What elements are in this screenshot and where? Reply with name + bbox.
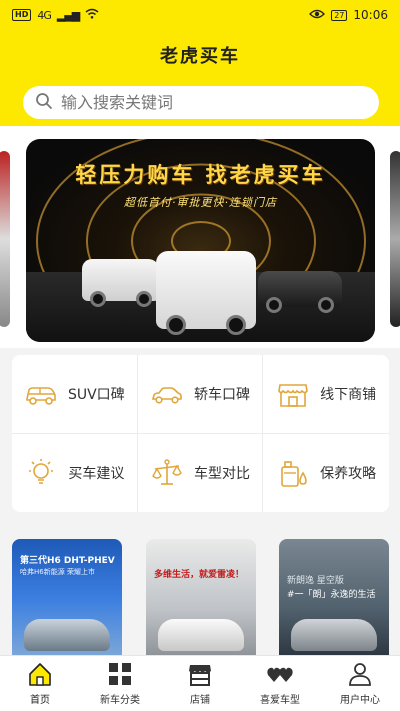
card-title: 多维生活，就爱雷凌！ [154, 570, 245, 580]
menu-item-compare[interactable]: 车型对比 [138, 433, 264, 512]
clock: 10:06 [353, 8, 388, 22]
battery-icon: 27 [331, 9, 348, 21]
nav-label: 喜爱车型 [260, 695, 300, 706]
nav-label: 用户中心 [340, 695, 380, 706]
bulb-icon [29, 458, 54, 484]
menu-label: 轿车口碑 [193, 386, 250, 403]
menu-label: 线下商铺 [320, 386, 377, 403]
menu-label: 车型对比 [193, 465, 250, 482]
nav-label: 店铺 [190, 695, 210, 706]
suv-icon [26, 386, 56, 405]
car-card-list: 第三代H6 DHT-PHEV 哈弗H6新能源 荣耀上市 多维生活，就爱雷凌！ 新… [0, 528, 400, 657]
dark-sedan-image [258, 271, 342, 313]
white-suv-image [156, 251, 256, 335]
menu-label: SUV口碑 [67, 386, 125, 403]
nav-shop[interactable]: 店铺 [160, 656, 240, 711]
menu-item-store[interactable]: 线下商铺 [263, 355, 389, 434]
nav-favorites[interactable]: 喜爱车型 [240, 656, 320, 711]
status-bar: HD 4G ▂▄▆ 27 10:06 [0, 0, 400, 30]
menu-item-maintenance[interactable]: 保养攻略 [263, 434, 389, 513]
oil-icon [281, 460, 307, 487]
menu-item-advice[interactable]: 买车建议 [12, 433, 138, 512]
card-subtitle: 哈弗H6新能源 荣耀上市 [20, 568, 95, 576]
nav-home[interactable]: 首页 [0, 656, 80, 711]
user-icon [349, 663, 371, 686]
car-card[interactable]: 新朗逸 星空版 #一「朗」永逸的生活 [279, 539, 389, 657]
scale-icon [152, 459, 182, 485]
card-car-image [291, 619, 377, 651]
promo-banner[interactable]: 轻压力购车 找老虎买车 超低首付·审批更快·连锁门店 [26, 139, 375, 342]
hd-indicator: HD [12, 9, 32, 21]
page-title: 老虎买车 [160, 46, 240, 67]
menu-item-sedan[interactable]: 轿车口碑 [137, 355, 264, 434]
home-icon [29, 663, 51, 686]
car-card[interactable]: 第三代H6 DHT-PHEV 哈弗H6新能源 荣耀上市 [12, 539, 122, 657]
card-title: 新朗逸 星空版 [287, 576, 344, 586]
feature-menu: SUV口碑 轿车口碑 线下商铺 买车建议 车型对比 保养攻略 [12, 355, 389, 512]
app-header: 老虎买车 [0, 30, 400, 126]
store-icon [278, 383, 308, 407]
menu-label: 保养攻略 [320, 465, 377, 482]
nav-label: 首页 [30, 695, 50, 706]
menu-label: 买车建议 [68, 465, 125, 482]
grid-icon [109, 663, 131, 685]
eye-icon [309, 8, 326, 22]
car-card[interactable]: 多维生活，就爱雷凌！ [146, 539, 256, 657]
card-subtitle: #一「朗」永逸的生活 [287, 590, 376, 600]
card-car-image [158, 619, 244, 651]
banner-subline: 超低首付·审批更快·连锁门店 [124, 196, 277, 209]
card-title: 第三代H6 DHT-PHEV [20, 556, 115, 566]
nav-categories[interactable]: 新车分类 [80, 656, 160, 711]
white-sedan-image [82, 259, 160, 307]
nav-label: 新车分类 [100, 695, 140, 706]
card-car-image [24, 619, 110, 651]
next-banner-peek[interactable] [390, 151, 400, 327]
nav-user-center[interactable]: 用户中心 [320, 656, 400, 711]
menu-item-suv[interactable]: SUV口碑 [12, 355, 138, 434]
wifi-icon [85, 8, 99, 22]
shop-icon [189, 665, 211, 686]
hearts-icon [267, 667, 293, 682]
signal-label: 4G [37, 8, 51, 22]
banner-headline: 轻压力购车 找老虎买车 [75, 162, 326, 187]
sedan-icon [151, 386, 182, 404]
bottom-nav: 首页 新车分类 店铺 喜爱车型 用户中心 [0, 655, 400, 711]
prev-banner-peek[interactable] [0, 151, 10, 327]
search-bar[interactable] [23, 86, 379, 119]
search-icon [35, 92, 53, 114]
signal-bars-icon: ▂▄▆ [56, 8, 80, 22]
search-input[interactable] [61, 93, 341, 112]
